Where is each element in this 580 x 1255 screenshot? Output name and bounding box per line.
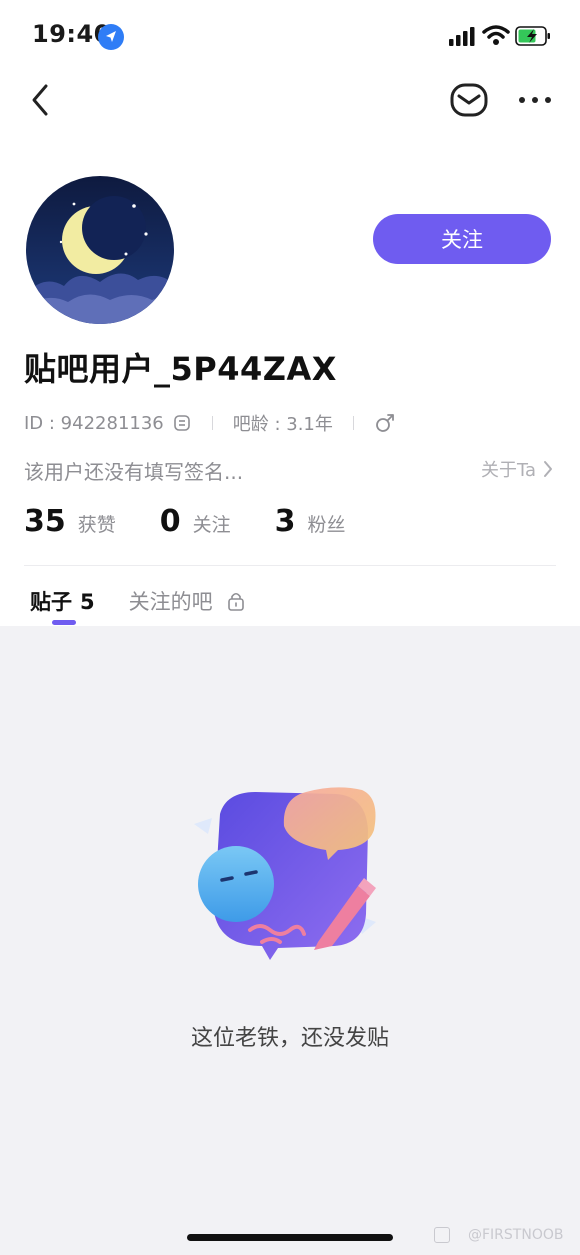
lock-icon (227, 592, 244, 611)
meta-row: ID : 942281136 吧龄 : 3.1年 (24, 408, 396, 438)
more-dots-icon (519, 97, 551, 103)
mail-icon (450, 83, 488, 117)
chevron-right-icon (544, 461, 552, 477)
follow-button[interactable]: 关注 (373, 214, 551, 264)
watermark: @FIRSTNOOB (434, 1227, 563, 1243)
wifi-icon (482, 25, 510, 45)
male-gender-icon (375, 414, 394, 432)
section-divider (24, 565, 556, 566)
back-button[interactable] (22, 80, 62, 120)
divider (211, 416, 213, 430)
username: 贴吧用户_5P44ZAX (24, 350, 337, 388)
about-link[interactable]: 关于Ta (481, 456, 554, 482)
stat-likes[interactable]: 35 获赞 (24, 504, 116, 539)
stats-row: 35 获赞 0 关注 3 粉丝 (24, 504, 390, 539)
tab-posts[interactable]: 贴子 5 (30, 586, 95, 625)
tab-followed-bars-label: 关注的吧 (128, 590, 213, 614)
stat-number: 3 (274, 504, 296, 539)
stat-label: 获赞 (77, 514, 116, 536)
watermark-logo-icon (434, 1227, 450, 1243)
cellular-signal-icon (449, 27, 475, 46)
bio-text: 该用户还没有填写签名... (24, 460, 244, 484)
empty-state-text: 这位老铁，还没发贴 (190, 1026, 389, 1051)
copy-icon[interactable] (172, 413, 192, 433)
tab-posts-label: 贴子 (30, 590, 72, 614)
tab-followed-bars[interactable]: 关注的吧 (129, 586, 245, 616)
active-tab-indicator (52, 620, 76, 625)
empty-state-illustration (194, 787, 376, 960)
tab-posts-count: 5 (80, 590, 95, 614)
more-options-button[interactable] (515, 88, 555, 112)
stat-following[interactable]: 0 关注 (160, 504, 231, 539)
location-arrow-icon (98, 24, 124, 50)
stat-followers[interactable]: 3 粉丝 (275, 504, 346, 539)
message-button[interactable] (447, 80, 491, 120)
avatar[interactable] (26, 176, 174, 324)
battery-charging-icon (515, 26, 550, 46)
watermark-text: @FIRSTNOOB (468, 1227, 564, 1243)
divider (352, 416, 354, 430)
stat-number: 35 (24, 504, 66, 539)
chevron-left-icon (32, 84, 48, 116)
user-id: ID : 942281136 (24, 412, 164, 434)
stat-label: 关注 (192, 514, 231, 536)
bar-age: 吧龄 : 3.1年 (232, 414, 333, 435)
home-indicator[interactable] (187, 1234, 393, 1241)
profile-tabs: 贴子 5 关注的吧 (30, 586, 245, 625)
stat-label: 粉丝 (307, 514, 346, 536)
about-label: 关于Ta (480, 460, 536, 481)
stat-number: 0 (159, 504, 181, 539)
